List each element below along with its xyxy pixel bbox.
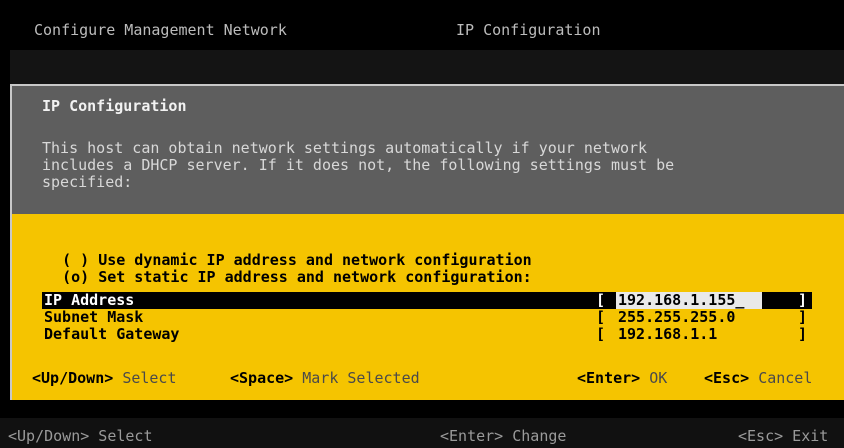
screen-title: IP Configuration	[456, 21, 601, 39]
footer-hint-select: <Up/Down> Select	[8, 427, 153, 445]
ip-address-bracket-close: ]	[798, 291, 808, 309]
menu-title: Configure Management Network	[34, 21, 287, 39]
hint-space: <Space> Mark Selected	[230, 369, 420, 387]
radio-static[interactable]: (o) Set static IP address and network co…	[44, 252, 532, 286]
default-gateway-bracket-close: ]	[798, 325, 808, 343]
dialog-title: IP Configuration	[42, 97, 187, 115]
ip-address-label: IP Address	[44, 291, 135, 309]
subnet-mask-input[interactable]: 255.255.255.0	[618, 309, 735, 326]
ip-address-value: 192.168.1.155_	[618, 291, 745, 309]
radio-static-marker: (o)	[62, 268, 90, 286]
cancel-button[interactable]: <Esc> Cancel	[704, 370, 812, 387]
subnet-mask-bracket-close: ]	[798, 308, 808, 326]
radio-static-label: Set static IP address and network config…	[98, 268, 532, 286]
footer-hint-exit: <Esc> Exit	[738, 427, 829, 445]
text-cursor: _	[735, 291, 745, 309]
description-line-2: includes a DHCP server. If it does not, …	[42, 156, 675, 174]
default-gateway-label: Default Gateway	[44, 325, 180, 343]
subnet-mask-label: Subnet Mask	[44, 308, 144, 326]
description-line-1: This host can obtain network settings au…	[42, 139, 648, 157]
subnet-mask-bracket-open: [	[596, 308, 606, 326]
hint-up-down: <Up/Down> Select	[32, 369, 177, 387]
ok-button[interactable]: <Enter> OK	[577, 370, 667, 387]
footer-hint-change: <Enter> Change	[440, 427, 567, 445]
default-gateway-input[interactable]: 192.168.1.1	[618, 326, 717, 343]
default-gateway-bracket-open: [	[596, 325, 606, 343]
description-line-3: specified:	[42, 173, 133, 191]
ip-address-bracket-open: [	[596, 291, 606, 309]
